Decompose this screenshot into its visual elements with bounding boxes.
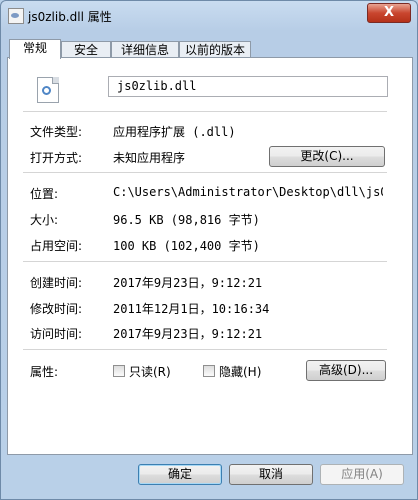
tab-previous-versions[interactable]: 以前的版本 <box>179 41 251 58</box>
ok-button[interactable]: 确定 <box>138 464 222 485</box>
change-button[interactable]: 更改(C)... <box>269 146 385 167</box>
tab-security[interactable]: 安全 <box>61 41 111 58</box>
divider <box>23 172 387 174</box>
opens-with-value: 未知应用程序 <box>113 151 186 165</box>
file-name-field[interactable]: js0zlib.dll <box>108 76 388 97</box>
divider <box>23 111 387 113</box>
size-value: 96.5 KB (98,816 字节) <box>113 213 260 227</box>
title-bar[interactable]: js0zlib.dll 属性 X <box>1 1 417 31</box>
modified-label: 修改时间: <box>30 302 83 316</box>
file-type-label: 文件类型: <box>30 125 83 139</box>
properties-window: js0zlib.dll 属性 X 常规 安全 详细信息 以前的版本 js0zli… <box>0 0 418 500</box>
hidden-label[interactable]: 隐藏(H) <box>219 363 261 380</box>
window-title: js0zlib.dll 属性 <box>28 10 112 24</box>
dll-file-icon <box>37 77 59 103</box>
general-panel <box>7 57 413 455</box>
location-label: 位置: <box>30 187 59 201</box>
disk-size-value: 100 KB (102,400 字节) <box>113 239 260 253</box>
accessed-label: 访问时间: <box>30 327 83 341</box>
tab-details[interactable]: 详细信息 <box>111 41 179 58</box>
divider <box>23 349 387 351</box>
divider <box>23 261 387 263</box>
readonly-label[interactable]: 只读(R) <box>129 363 171 380</box>
opens-with-label: 打开方式: <box>30 151 83 165</box>
advanced-button[interactable]: 高级(D)... <box>306 360 386 381</box>
modified-value: 2011年12月1日，10:16:34 <box>113 302 270 316</box>
close-button[interactable]: X <box>367 3 411 23</box>
size-label: 大小: <box>30 213 59 227</box>
readonly-checkbox[interactable] <box>113 365 125 377</box>
location-value[interactable]: C:\Users\Administrator\Desktop\dll\js0zl… <box>113 185 383 199</box>
apply-button[interactable]: 应用(A) <box>320 464 404 485</box>
hidden-checkbox[interactable] <box>203 365 215 377</box>
cancel-button[interactable]: 取消 <box>229 464 313 485</box>
button-bar: 确定 取消 应用(A) <box>1 453 417 499</box>
file-icon <box>8 8 24 24</box>
file-type-value: 应用程序扩展 (.dll) <box>113 125 236 139</box>
tab-general[interactable]: 常规 <box>9 39 61 59</box>
disk-size-label: 占用空间: <box>30 239 83 253</box>
created-value: 2017年9月23日，9:12:21 <box>113 276 263 290</box>
created-label: 创建时间: <box>30 276 83 290</box>
attributes-label: 属性: <box>30 365 59 379</box>
accessed-value: 2017年9月23日，9:12:21 <box>113 327 263 341</box>
